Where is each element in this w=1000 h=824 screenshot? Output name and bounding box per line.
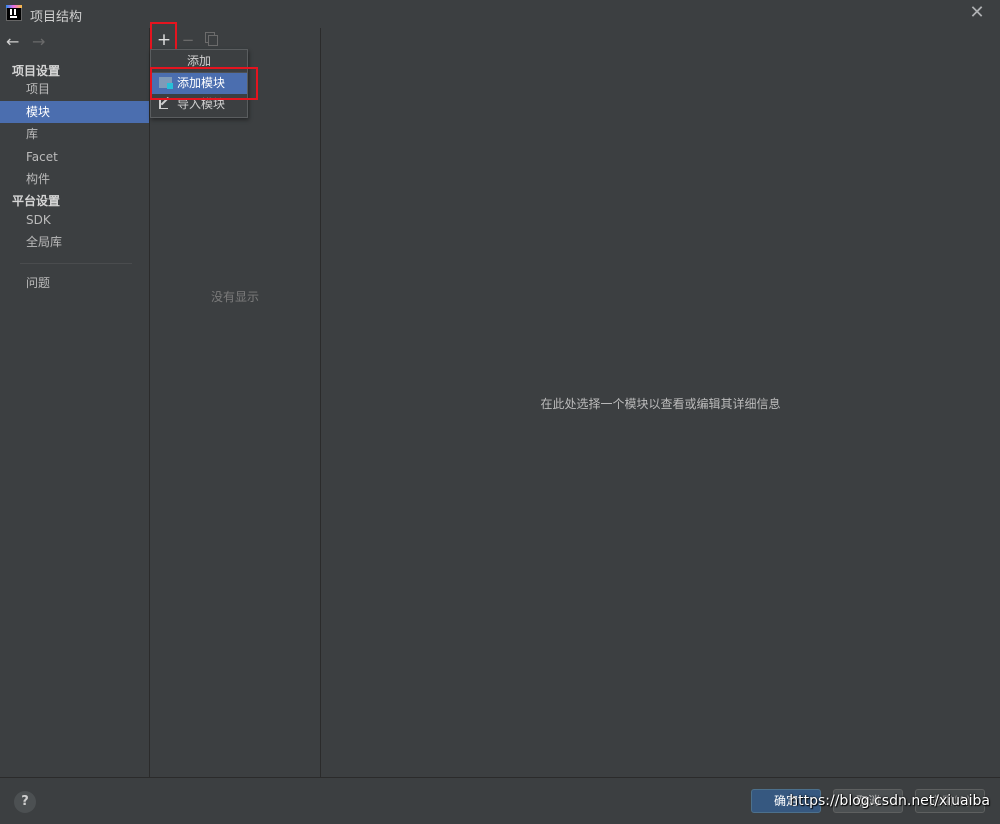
menu-item-import-module[interactable]: 导入模块 [151, 94, 247, 115]
sidebar-item-global-libraries[interactable]: 全局库 [0, 231, 149, 253]
import-icon [159, 96, 171, 109]
details-hint-text: 在此处选择一个模块以查看或编辑其详细信息 [540, 397, 781, 411]
intellij-logo-icon [6, 5, 22, 21]
project-settings-header: 项目设置 [12, 64, 61, 78]
sidebar-item-modules[interactable]: 模块 [0, 101, 149, 123]
add-popup-menu: 添加 添加模块 导入模块 [150, 49, 248, 118]
ok-button[interactable]: 确定 [751, 789, 821, 813]
module-list-panel: + − 没有显示 [150, 28, 321, 777]
sidebar-item-libraries[interactable]: 库 [0, 123, 149, 145]
sidebar-divider [20, 263, 132, 264]
apply-button[interactable]: 应用(A) [915, 789, 985, 813]
sidebar: ← → 项目设置 项目 模块 库 Facet 构件 平台设置 SDK 全局库 问… [0, 28, 150, 777]
menu-item-label: 添加模块 [177, 76, 226, 90]
menu-item-label: 导入模块 [177, 97, 226, 111]
menu-item-add-module[interactable]: 添加模块 [151, 73, 247, 94]
platform-settings-header: 平台设置 [12, 194, 61, 208]
dialog-footer: ? 确定 取消 应用(A) https://blog.csdn.net/xiua… [0, 777, 1000, 824]
window-title: 项目结构 [30, 10, 83, 25]
close-icon[interactable]: ✕ [968, 4, 986, 22]
add-icon[interactable]: + [153, 30, 175, 50]
cancel-button[interactable]: 取消 [833, 789, 903, 813]
sidebar-item-project[interactable]: 项目 [0, 78, 149, 100]
sidebar-item-artifacts[interactable]: 构件 [0, 168, 149, 190]
copy-icon[interactable] [205, 32, 219, 46]
module-icon [159, 77, 173, 89]
back-arrow-icon[interactable]: ← [6, 32, 19, 51]
popup-title: 添加 [151, 50, 247, 73]
sidebar-item-sdk[interactable]: SDK [0, 209, 149, 231]
title-bar: 项目结构 ✕ [0, 0, 1000, 28]
sidebar-item-facet[interactable]: Facet [0, 146, 149, 168]
remove-icon[interactable]: − [179, 30, 197, 50]
empty-list-text: 没有显示 [210, 290, 259, 304]
help-icon[interactable]: ? [14, 791, 36, 813]
forward-arrow-icon[interactable]: → [32, 32, 45, 51]
sidebar-item-problems[interactable]: 问题 [0, 272, 149, 294]
